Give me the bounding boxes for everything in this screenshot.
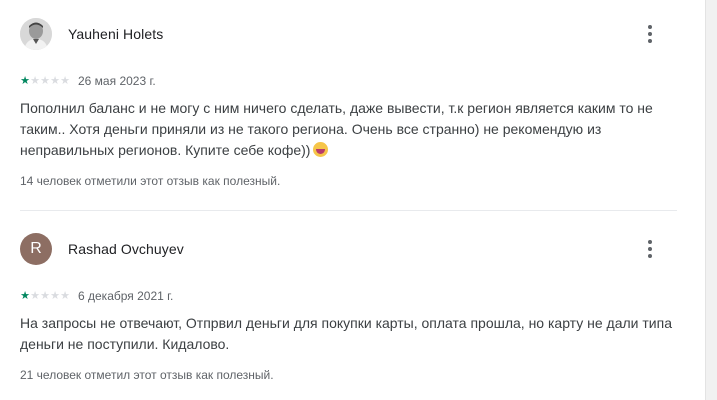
review-date: 26 мая 2023 г. bbox=[78, 74, 156, 88]
author-name: Rashad Ovchuyev bbox=[68, 241, 184, 257]
avatar-photo-icon bbox=[20, 18, 52, 50]
star-rating: ★ ★ ★ ★ ★ bbox=[20, 289, 70, 302]
review-card: Yauheni Holets ★ ★ ★ ★ ★ 26 мая 2023 г. … bbox=[20, 17, 680, 188]
star-icon: ★ bbox=[20, 289, 30, 302]
review-card: R Rashad Ovchuyev ★ ★ ★ ★ ★ 6 декабря 20… bbox=[20, 232, 680, 382]
scrollbar[interactable] bbox=[705, 0, 717, 400]
review-header: Yauheni Holets bbox=[20, 17, 680, 51]
reviews-page: Yauheni Holets ★ ★ ★ ★ ★ 26 мая 2023 г. … bbox=[0, 0, 717, 400]
star-icon: ★ bbox=[60, 289, 70, 302]
star-icon: ★ bbox=[40, 289, 50, 302]
star-rating: ★ ★ ★ ★ ★ bbox=[20, 74, 70, 87]
review-text: Пополнил баланс и не могу с ним ничего с… bbox=[20, 98, 680, 161]
more-vert-icon[interactable] bbox=[638, 237, 662, 261]
star-icon: ★ bbox=[30, 289, 40, 302]
review-header: R Rashad Ovchuyev bbox=[20, 232, 680, 266]
star-icon: ★ bbox=[50, 289, 60, 302]
review-meta: ★ ★ ★ ★ ★ 26 мая 2023 г. bbox=[20, 74, 680, 88]
avatar bbox=[20, 18, 52, 50]
star-icon: ★ bbox=[20, 74, 30, 87]
review-date: 6 декабря 2021 г. bbox=[78, 289, 174, 303]
star-icon: ★ bbox=[40, 74, 50, 87]
avatar-letter: R bbox=[30, 240, 42, 257]
star-icon: ★ bbox=[60, 74, 70, 87]
laughing-emoji-icon bbox=[313, 142, 329, 157]
more-vert-icon[interactable] bbox=[638, 22, 662, 46]
review-text: На запросы не отвечают, Отпрвил деньги д… bbox=[20, 315, 672, 352]
review-divider bbox=[20, 210, 677, 211]
star-icon: ★ bbox=[50, 74, 60, 87]
helpful-count: 14 человек отметили этот отзыв как полез… bbox=[20, 174, 281, 188]
review-body: Пополнил баланс и не могу с ним ничего с… bbox=[20, 100, 653, 158]
star-icon: ★ bbox=[30, 74, 40, 87]
helpful-count: 21 человек отметил этот отзыв как полезн… bbox=[20, 368, 274, 382]
author-name: Yauheni Holets bbox=[68, 26, 164, 42]
avatar: R bbox=[20, 233, 52, 265]
review-meta: ★ ★ ★ ★ ★ 6 декабря 2021 г. bbox=[20, 289, 680, 303]
